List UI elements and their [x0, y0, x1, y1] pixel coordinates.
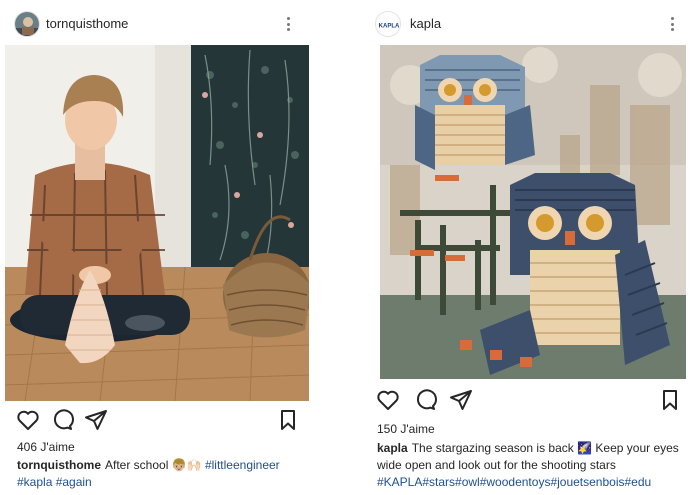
heart-icon[interactable] [16, 408, 40, 432]
caption-username[interactable]: kapla [377, 441, 408, 455]
caption-emoji: 👦🏼🙌🏻 [171, 458, 202, 472]
caption-text: The stargazing season is back [411, 441, 574, 455]
caption-text: After school [105, 458, 169, 472]
post-photo[interactable] [5, 45, 309, 401]
post-tornquisthome: tornquisthome 406 J'aime tornquisthome A… [0, 0, 325, 495]
like-count[interactable]: 406 J'aime [17, 440, 75, 454]
more-options-icon[interactable] [282, 15, 294, 33]
kapla-logo-text: KAPLA [379, 24, 400, 30]
share-icon[interactable] [449, 388, 473, 412]
heart-icon[interactable] [376, 388, 400, 412]
post-username[interactable]: kapla [410, 16, 441, 31]
post-username[interactable]: tornquisthome [46, 16, 128, 31]
hashtag-link[interactable]: #KAPLA#stars#owl#woodentoys#jouetsenbois… [377, 475, 651, 489]
bookmark-icon[interactable] [276, 408, 300, 432]
more-options-icon[interactable] [666, 15, 678, 33]
post-caption: kapla The stargazing season is back 🌠 Kee… [377, 440, 700, 491]
post-photo[interactable] [380, 45, 686, 379]
bookmark-icon[interactable] [658, 388, 682, 412]
like-count[interactable]: 150 J'aime [377, 422, 435, 436]
hashtag-link[interactable]: #littleengineer [205, 458, 280, 472]
post-header: tornquisthome [0, 8, 325, 40]
post-actions [370, 388, 700, 414]
post-caption: tornquisthome After school 👦🏼🙌🏻 #littleen… [17, 457, 317, 491]
post-header: KAPLA kapla [370, 8, 700, 40]
comment-icon[interactable] [413, 388, 437, 412]
comment-icon[interactable] [50, 408, 74, 432]
post-kapla: KAPLA kapla 150 J'aime kapla The stargaz… [370, 0, 700, 495]
caption-emoji: 🌠 [577, 441, 593, 455]
avatar[interactable]: KAPLA [375, 11, 401, 37]
hashtag-link[interactable]: #kapla #again [17, 475, 92, 489]
post-actions [0, 408, 325, 434]
avatar[interactable] [14, 11, 40, 37]
share-icon[interactable] [84, 408, 108, 432]
caption-username[interactable]: tornquisthome [17, 458, 101, 472]
